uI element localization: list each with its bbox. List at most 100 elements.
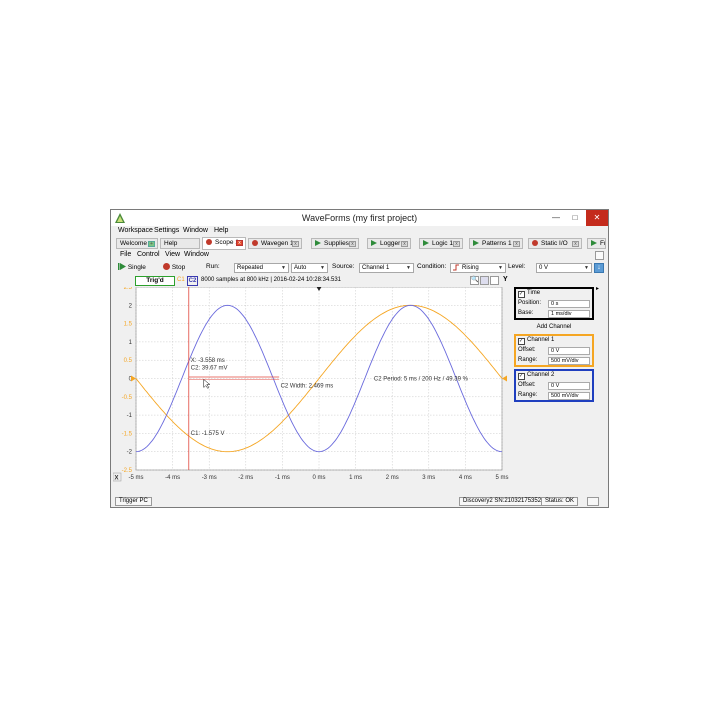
channel-2-header[interactable]: ✓ Channel 2 [518, 372, 554, 380]
zoom-region-icon[interactable] [480, 276, 489, 285]
menu-settings[interactable]: Settings [154, 227, 179, 234]
tab-label: Logger [380, 240, 401, 247]
close-tab-icon[interactable]: x [572, 241, 579, 247]
menu-control[interactable]: Control [137, 251, 160, 258]
time-panel: ✓ Time Position: 0 s Base: 1 ms/div [514, 287, 594, 320]
tab-logic-1[interactable]: Logic 1x [419, 238, 463, 249]
single-button[interactable]: Single [118, 263, 146, 271]
tab-scope-1[interactable]: Scope 1x [202, 237, 246, 250]
x-axis-label: X [115, 476, 119, 482]
level-input[interactable]: 0 V ▼ [536, 263, 592, 273]
trigger-level-marker[interactable] [131, 375, 136, 382]
channel-1-header[interactable]: ✓ Channel 1 [518, 337, 554, 345]
settings-icon[interactable] [587, 497, 599, 506]
range-value: 500 mV/div [551, 358, 579, 364]
scope-plot[interactable]: 2.521.510.50-0.5-1-1.5-2-2.5-5 ms -4 ms -3… [112, 285, 511, 497]
time-header[interactable]: ✓ Time [518, 290, 540, 298]
menu-help[interactable]: Help [214, 227, 228, 234]
source-select[interactable]: Channel 1 ▼ [359, 263, 414, 273]
checkbox-icon[interactable]: ✓ [518, 338, 525, 345]
tab-static-io[interactable]: Static I/O x [528, 238, 582, 249]
base-select[interactable]: 1 ms/div [548, 310, 590, 318]
x-tick-label: 0 ms [312, 475, 325, 481]
channel-2-panel: ✓ Channel 2 Offset: 0 V Range: 500 mV/div [514, 369, 594, 402]
right-panel: ▸ ✓ Time Position: 0 s Base: 1 ms/div Add… [514, 286, 606, 496]
close-tab-icon[interactable]: x [513, 241, 520, 247]
play-icon [473, 240, 479, 246]
offset-input[interactable]: 0 V [548, 347, 590, 355]
trigger-pc-button[interactable]: Trigger PC [115, 497, 152, 506]
maximize-button[interactable]: □ [566, 210, 584, 226]
checkbox-icon[interactable]: ✓ [518, 291, 525, 298]
c2-indicator[interactable]: C2 [187, 276, 198, 286]
y-tick-label: -1.5 [122, 431, 133, 437]
position-label: Position: [518, 300, 542, 306]
run-mode-value: Repeated [237, 265, 264, 271]
x-tick-label: 4 ms [459, 475, 472, 481]
zoom-icon[interactable]: 🔍 [470, 276, 479, 285]
rising-edge-icon [453, 264, 459, 271]
y-axis-icon[interactable]: Y [503, 276, 508, 283]
device-button[interactable]: Discovery2 SN:210321753524 [459, 497, 549, 506]
trigger-level-marker-right[interactable] [502, 375, 507, 382]
base-label: Base: [518, 310, 534, 316]
pan-icon[interactable] [490, 276, 499, 285]
menu-workspace[interactable]: Workspace [118, 227, 153, 234]
source-value: Channel 1 [362, 265, 390, 271]
x-tick-label: 5 ms [495, 475, 508, 481]
x-tick-label: 1 ms [349, 475, 362, 481]
tab-supplies[interactable]: Supplies x [311, 238, 359, 249]
y-tick-label: 2 [129, 303, 133, 309]
tab-welcome[interactable]: Welcome + [116, 238, 158, 249]
tab-logger[interactable]: Logger x [367, 238, 411, 249]
run-mode-select[interactable]: Repeated ▼ [234, 263, 289, 273]
acquisition-info: 8000 samples at 800 kHz | 2016-02-24 10:… [201, 277, 341, 283]
minimize-button[interactable]: — [547, 210, 565, 226]
cursor-c2-readout: C2: 39.67 mV [191, 365, 228, 371]
range-select[interactable]: 500 mV/div [548, 357, 590, 365]
close-tab-icon[interactable]: x [236, 240, 243, 246]
status-indicator[interactable]: Status: OK [541, 497, 579, 506]
checkbox-icon[interactable]: ✓ [518, 373, 525, 380]
y-tick-label: 1 [129, 340, 133, 346]
x-tick-label: -1 ms [275, 475, 290, 481]
menu-window[interactable]: Window [184, 251, 209, 258]
menu-file[interactable]: File [120, 251, 131, 258]
offset-label: Offset: [518, 382, 536, 388]
close-tab-icon[interactable]: x [349, 241, 356, 247]
range-select[interactable]: 500 mV/div [548, 392, 590, 400]
dock-icon[interactable] [595, 251, 604, 260]
stop-button[interactable]: Stop [163, 263, 185, 271]
condition-select[interactable]: Rising ▼ [450, 263, 506, 273]
position-input[interactable]: 0 s [548, 300, 590, 308]
add-channel-button[interactable]: Add Channel [514, 323, 594, 332]
window-title: WaveForms (my first project) [301, 213, 418, 223]
chevron-down-icon: ▼ [281, 265, 286, 271]
tab-wavegen-1[interactable]: Wavegen 1x [248, 238, 302, 249]
close-tab-icon[interactable]: x [453, 241, 460, 247]
c1-indicator[interactable]: C1 [177, 277, 185, 283]
stop-label: Stop [171, 264, 186, 271]
close-tab-icon[interactable]: x [401, 241, 408, 247]
tab-label: Logic 1 [432, 240, 453, 247]
menu-window[interactable]: Window [183, 227, 208, 234]
run-auto-select[interactable]: Auto ▼ [291, 263, 328, 273]
range-value: 500 mV/div [551, 393, 579, 399]
collapse-panel-icon[interactable]: ▸ [596, 286, 599, 292]
stop-icon [163, 263, 170, 270]
plot-area[interactable]: 2.5 2 1.5 1 0.5 0 -0.5 -1 -1.5 -2 -2.5 -5 ms -4 ms -3… [112, 285, 511, 497]
close-button[interactable]: ✕ [586, 210, 608, 226]
chevron-down-icon: ▼ [406, 265, 411, 271]
tab-fr[interactable]: Fr [587, 238, 606, 249]
x-tick-label: -2 ms [238, 475, 253, 481]
tab-patterns-1[interactable]: Patterns 1x [469, 238, 523, 249]
close-tab-icon[interactable]: x [292, 241, 299, 247]
channel-1-panel: ✓ Channel 1 Offset: 0 V Range: 500 mV/div [514, 334, 594, 367]
tab-help[interactable]: Help [160, 238, 200, 249]
cursor-x-readout: X: -3.558 ms [191, 358, 225, 364]
offset-input[interactable]: 0 V [548, 382, 590, 390]
add-tab-icon[interactable]: + [148, 241, 155, 247]
play-icon [371, 240, 377, 246]
level-arrow-icon[interactable]: ↓ [594, 263, 604, 273]
menu-view[interactable]: View [165, 251, 180, 258]
